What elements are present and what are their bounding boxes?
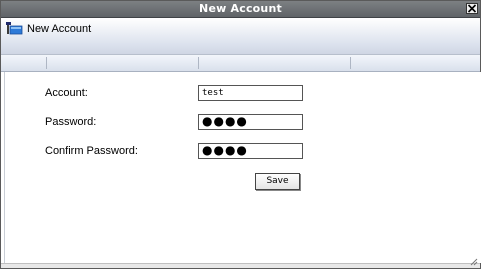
column-separator: [350, 57, 351, 69]
resize-grip-icon[interactable]: [468, 256, 478, 266]
close-button[interactable]: [466, 3, 478, 14]
account-folder-icon: [6, 22, 23, 35]
window-bottom-border: [1, 263, 480, 268]
column-header-strip: [1, 55, 480, 72]
account-input[interactable]: test: [198, 85, 303, 101]
confirm-password-input[interactable]: ●●●●: [198, 143, 303, 159]
new-account-window: New Account New Account Account: test Pa…: [0, 0, 481, 269]
column-separator: [198, 57, 199, 69]
title-bar[interactable]: New Account: [1, 1, 480, 18]
column-separator: [46, 57, 47, 69]
close-icon: [467, 4, 477, 13]
page-title: New Account: [27, 23, 92, 35]
save-button[interactable]: Save: [255, 173, 300, 190]
password-label: Password:: [45, 116, 97, 128]
account-label: Account:: [45, 87, 88, 99]
password-input[interactable]: ●●●●: [198, 114, 303, 130]
window-title: New Account: [199, 2, 282, 15]
confirm-password-label: Confirm Password:: [45, 145, 138, 157]
